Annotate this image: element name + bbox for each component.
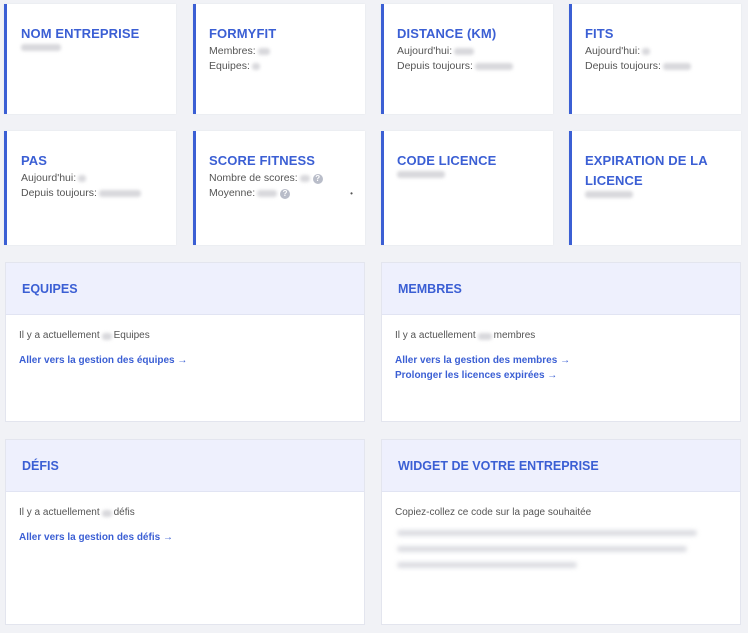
stat-card-title: PAS <box>21 153 48 168</box>
members-count-prefix: Il y a actuellement <box>395 330 476 341</box>
alltime-label: Depuis toujours: <box>21 187 97 199</box>
members-label: Membres: <box>209 45 256 57</box>
stat-card-distance: DISTANCE (KM) Aujourd'hui: Depuis toujou… <box>381 4 553 114</box>
members-count-suffix: membres <box>493 330 536 341</box>
challenges-count-prefix: Il y a actuellement <box>19 507 100 518</box>
stat-card-license-expiration: EXPIRATION DE LA LICENCE <box>569 131 741 245</box>
help-icon[interactable]: ? <box>280 188 291 199</box>
redacted-value <box>642 48 651 55</box>
challenges-panel: DÉFIS Il y a actuellement défis Aller ver… <box>5 439 365 625</box>
teams-label: Equipes: <box>209 60 250 72</box>
widget-instructions: Copiez-collez ce code sur la page souhai… <box>395 507 592 518</box>
panel-header: DÉFIS <box>6 440 364 492</box>
stat-card-fitness-score: SCORE FITNESS Nombre de scores:? Moyenne… <box>193 131 365 245</box>
alltime-label: Depuis toujours: <box>585 60 661 72</box>
widget-code-snippet[interactable] <box>395 530 727 568</box>
panel-title: MEMBRES <box>398 281 462 296</box>
stat-card-formyfit: FORMYFIT Membres: Equipes: <box>193 4 365 114</box>
redacted-value <box>21 44 61 51</box>
stat-card-title: FITS <box>585 26 614 41</box>
dot-mark: • <box>350 189 353 198</box>
stat-card-title: EXPIRATION DE LA LICENCE <box>585 153 708 188</box>
teams-panel: EQUIPES Il y a actuellement Equipes Aller… <box>5 262 365 422</box>
members-panel: MEMBRES Il y a actuellement membres Aller… <box>381 262 741 422</box>
redacted-value <box>662 63 691 70</box>
redacted-value <box>257 48 270 55</box>
stat-card-title: NOM ENTREPRISE <box>21 26 140 41</box>
widget-panel: WIDGET DE VOTRE ENTREPRISE Copiez-collez… <box>381 439 741 625</box>
panel-header: WIDGET DE VOTRE ENTREPRISE <box>382 440 740 492</box>
redacted-value <box>101 332 112 340</box>
panel-header: MEMBRES <box>382 263 740 315</box>
challenges-count-suffix: défis <box>113 507 135 518</box>
stat-card-steps: PAS Aujourd'hui: Depuis toujours: <box>4 131 176 245</box>
manage-teams-link[interactable]: Aller vers la gestion des équipes → <box>19 353 351 368</box>
redacted-value <box>474 63 513 70</box>
redacted-value <box>101 509 112 517</box>
stat-card-license-code: CODE LICENCE <box>381 131 553 245</box>
manage-members-link[interactable]: Aller vers la gestion des membres → <box>395 353 727 368</box>
panel-title: DÉFIS <box>22 458 59 473</box>
score-count-label: Nombre de scores: <box>209 172 298 184</box>
panel-title: EQUIPES <box>22 281 78 296</box>
redacted-value <box>251 63 260 70</box>
teams-count-prefix: Il y a actuellement <box>19 330 100 341</box>
redacted-value <box>299 175 310 182</box>
today-label: Aujourd'hui: <box>397 45 453 57</box>
extend-licenses-link[interactable]: Prolonger les licences expirées → <box>395 368 727 383</box>
redacted-value <box>78 175 87 182</box>
alltime-label: Depuis toujours: <box>397 60 473 72</box>
panel-title: WIDGET DE VOTRE ENTREPRISE <box>398 458 599 473</box>
stat-card-title: FORMYFIT <box>209 26 277 41</box>
manage-challenges-link[interactable]: Aller vers la gestion des défis → <box>19 530 351 545</box>
panel-header: EQUIPES <box>6 263 364 315</box>
today-label: Aujourd'hui: <box>585 45 641 57</box>
average-label: Moyenne: <box>209 187 256 199</box>
today-label: Aujourd'hui: <box>21 172 77 184</box>
stat-card-title: CODE LICENCE <box>397 153 497 168</box>
teams-count-suffix: Equipes <box>113 330 150 341</box>
redacted-value <box>585 191 633 198</box>
help-icon[interactable]: ? <box>312 173 323 184</box>
stat-card-title: SCORE FITNESS <box>209 153 316 168</box>
stat-card-fits: FITS Aujourd'hui: Depuis toujours: <box>569 4 741 114</box>
redacted-value <box>454 48 475 55</box>
redacted-value <box>477 332 492 340</box>
stat-card-company-name: NOM ENTREPRISE <box>4 4 176 114</box>
redacted-value <box>397 171 445 178</box>
redacted-value <box>257 190 278 197</box>
redacted-value <box>98 190 141 197</box>
stat-card-title: DISTANCE (KM) <box>397 26 497 41</box>
